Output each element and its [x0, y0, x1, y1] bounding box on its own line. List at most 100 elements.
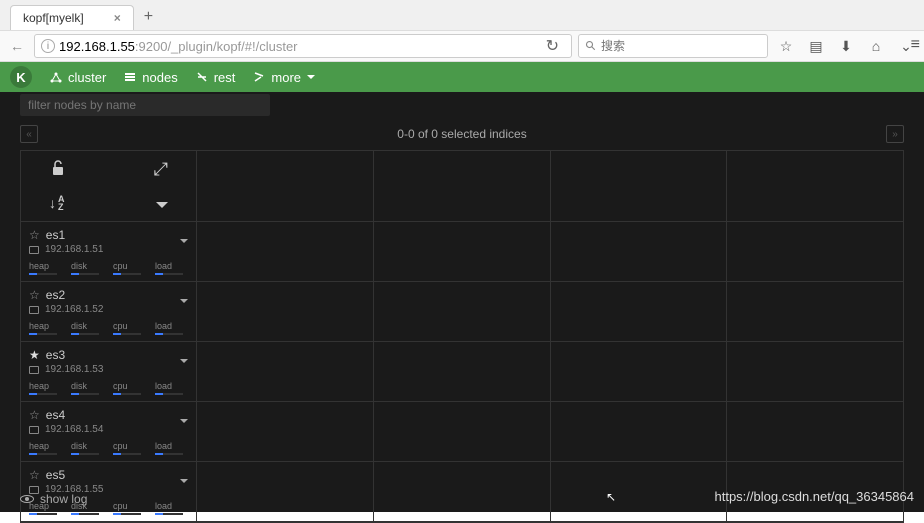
star-icon[interactable]: ☆ — [29, 468, 40, 482]
metric-load: load — [155, 441, 183, 455]
indices-status: 0-0 of 0 selected indices — [38, 127, 886, 141]
browser-nav-bar: ← i 192.168.1.55:9200/_plugin/kopf/#!/cl… — [0, 30, 924, 62]
node-name: es2 — [46, 288, 65, 302]
star-icon[interactable]: ★ — [29, 348, 40, 362]
node-ip: 192.168.1.53 — [45, 364, 103, 375]
metric-load: load — [155, 321, 183, 335]
menu-more[interactable]: more — [253, 70, 315, 85]
node-row: ☆ es2 192.168.1.52 heap disk cpu load — [21, 282, 903, 342]
metric-heap: heap — [29, 261, 57, 275]
search-icon — [585, 40, 597, 52]
node-cell: ☆ es2 192.168.1.52 heap disk cpu load — [21, 282, 196, 341]
node-metrics: heap disk cpu load — [29, 321, 188, 335]
metric-disk: disk — [71, 381, 99, 395]
metric-cpu: cpu — [113, 441, 141, 455]
url-bar[interactable]: i 192.168.1.55:9200/_plugin/kopf/#!/clus… — [34, 34, 572, 58]
metric-disk: disk — [71, 261, 99, 275]
indices-bar: « 0-0 of 0 selected indices » — [0, 122, 924, 146]
star-icon[interactable]: ☆ — [29, 228, 40, 242]
metric-heap: heap — [29, 381, 57, 395]
disk-icon — [29, 366, 39, 374]
metric-cpu: cpu — [113, 501, 141, 515]
metric-disk: disk — [71, 321, 99, 335]
browser-tab-bar: kopf[myelk] × + — [0, 0, 924, 30]
star-icon[interactable]: ☆ — [29, 408, 40, 422]
nodes-grid: ⤢ ↓A Z ☆ es1 192.168.1.51 — [20, 150, 904, 523]
node-ip: 192.168.1.52 — [45, 304, 103, 315]
new-tab-button[interactable]: + — [134, 4, 163, 30]
kopf-app: K cluster nodes rest more « 0-0 of 0 sel… — [0, 62, 924, 512]
node-menu-button[interactable] — [180, 410, 188, 428]
close-icon[interactable]: × — [114, 11, 121, 25]
browser-tab[interactable]: kopf[myelk] × — [10, 5, 134, 30]
node-name: es1 — [46, 228, 65, 242]
menu-rest[interactable]: rest — [196, 70, 236, 85]
search-input[interactable] — [601, 39, 761, 53]
sort-az-icon[interactable]: ↓A Z — [49, 192, 65, 213]
metric-cpu: cpu — [113, 261, 141, 275]
metric-load: load — [155, 261, 183, 275]
next-page-button[interactable]: » — [886, 125, 904, 143]
unlock-icon[interactable] — [49, 159, 67, 182]
cursor-icon: ↖ — [606, 490, 616, 504]
disk-icon — [29, 246, 39, 254]
node-metrics: heap disk cpu load — [29, 381, 188, 395]
rest-icon — [196, 71, 208, 83]
info-icon[interactable]: i — [41, 39, 55, 53]
filter-nodes-input[interactable] — [20, 94, 270, 116]
app-topbar: K cluster nodes rest more — [0, 62, 924, 92]
node-name: es5 — [46, 468, 65, 482]
metric-disk: disk — [71, 441, 99, 455]
node-ip: 192.168.1.54 — [45, 424, 103, 435]
node-menu-button[interactable] — [180, 470, 188, 488]
node-row: ☆ es4 192.168.1.54 heap disk cpu load — [21, 402, 903, 462]
node-cell: ☆ es4 192.168.1.54 heap disk cpu load — [21, 402, 196, 461]
menu-cluster[interactable]: cluster — [50, 70, 106, 85]
tab-title: kopf[myelk] — [23, 11, 84, 25]
metric-cpu: cpu — [113, 321, 141, 335]
filter-row — [0, 92, 924, 122]
back-button[interactable]: ← — [6, 35, 28, 57]
expand-icon[interactable]: ⤢ — [154, 159, 168, 182]
browser-search[interactable] — [578, 34, 768, 58]
eye-icon — [20, 495, 34, 503]
watermark-text: https://blog.csdn.net/qq_36345864 — [715, 489, 915, 504]
node-metrics: heap disk cpu load — [29, 261, 188, 275]
node-cell: ★ es3 192.168.1.53 heap disk cpu load — [21, 342, 196, 401]
download-icon[interactable]: ⬇ — [834, 38, 858, 55]
menu-icon[interactable]: ≡ — [911, 36, 920, 54]
chevron-down-icon — [307, 75, 315, 79]
disk-icon — [29, 306, 39, 314]
node-menu-button[interactable] — [180, 230, 188, 248]
metric-load: load — [155, 381, 183, 395]
metric-heap: heap — [29, 321, 57, 335]
node-name: es3 — [46, 348, 65, 362]
show-log-button[interactable]: show log — [20, 492, 87, 506]
home-icon[interactable]: ⌂ — [864, 38, 888, 54]
reload-icon[interactable]: ↻ — [540, 36, 565, 56]
metric-load: load — [155, 501, 183, 515]
star-icon[interactable]: ☆ — [29, 288, 40, 302]
node-cell: ☆ es1 192.168.1.51 heap disk cpu load — [21, 222, 196, 281]
bookmark-icon[interactable]: ☆ — [774, 38, 798, 55]
sort-dir-icon[interactable] — [156, 192, 168, 213]
disk-icon — [29, 426, 39, 434]
grid-header-left: ⤢ ↓A Z — [21, 151, 196, 221]
node-ip: 192.168.1.51 — [45, 244, 103, 255]
more-icon — [253, 71, 265, 83]
node-metrics: heap disk cpu load — [29, 441, 188, 455]
prev-page-button[interactable]: « — [20, 125, 38, 143]
metric-cpu: cpu — [113, 381, 141, 395]
node-menu-button[interactable] — [180, 350, 188, 368]
cluster-icon — [50, 71, 62, 83]
grid-header: ⤢ ↓A Z — [21, 151, 903, 222]
menu-nodes[interactable]: nodes — [124, 70, 177, 85]
node-row: ☆ es1 192.168.1.51 heap disk cpu load — [21, 222, 903, 282]
url-text: 192.168.1.55:9200/_plugin/kopf/#!/cluste… — [59, 39, 298, 54]
kopf-logo[interactable]: K — [10, 66, 32, 88]
library-icon[interactable]: ▤ — [804, 38, 828, 55]
node-menu-button[interactable] — [180, 290, 188, 308]
metric-heap: heap — [29, 441, 57, 455]
nodes-icon — [124, 71, 136, 83]
node-name: es4 — [46, 408, 65, 422]
